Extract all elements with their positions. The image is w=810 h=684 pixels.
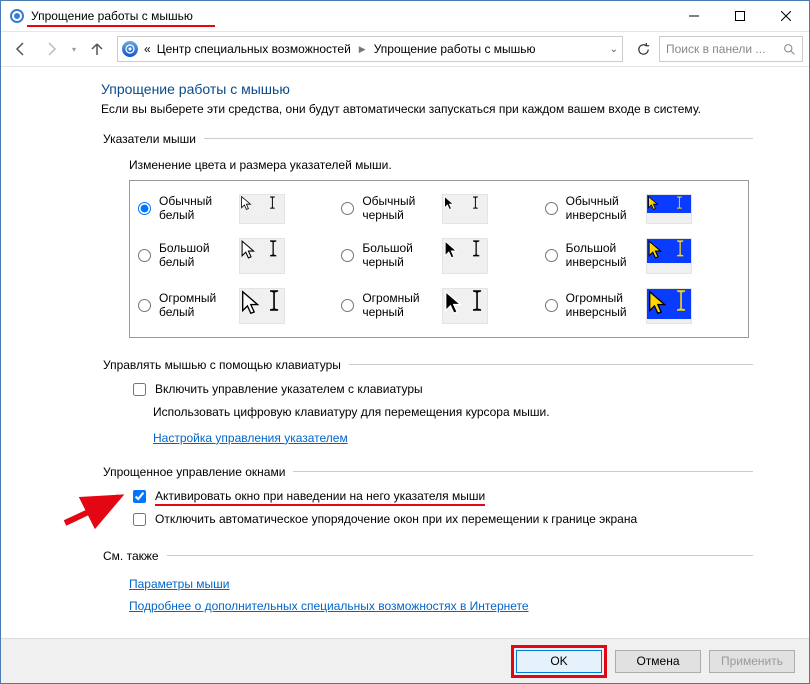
legend-windows: Упрощенное управление окнами: [101, 465, 293, 479]
annotation-ok-frame: OK: [511, 645, 607, 678]
search-icon: [783, 43, 796, 56]
refresh-button[interactable]: [629, 35, 657, 63]
page-description: Если вы выберете эти средства, они будут…: [101, 101, 741, 118]
link-more-online[interactable]: Подробнее о дополнительных специальных в…: [129, 599, 529, 613]
pointer-preview-8: [646, 288, 692, 324]
search-input[interactable]: Поиск в панели ...: [659, 36, 803, 62]
legend-seealso: См. также: [101, 549, 167, 563]
pointer-label-2: Обычный инверсный: [566, 195, 640, 223]
checkbox-mousekeys-input[interactable]: [133, 383, 146, 396]
window-title: Упрощение работы с мышью: [31, 9, 193, 23]
annotation-underline: [27, 25, 215, 27]
pointer-option-2[interactable]: Обычный инверсный: [541, 187, 744, 231]
pointer-preview-7: [442, 288, 488, 324]
pointer-option-5[interactable]: Большой инверсный: [541, 231, 744, 281]
titlebar: Упрощение работы с мышью: [1, 1, 809, 31]
app-icon: [9, 8, 25, 24]
forward-button[interactable]: [37, 35, 65, 63]
checkbox-disable-snap-input[interactable]: [133, 513, 146, 526]
pointer-label-8: Огромный инверсный: [566, 292, 640, 320]
chevron-down-icon[interactable]: ⌄: [610, 44, 618, 55]
pointer-radio-2[interactable]: [545, 202, 558, 215]
pointer-preview-5: [646, 238, 692, 274]
chevron-right-icon: ▶: [357, 44, 368, 55]
search-placeholder: Поиск в панели ...: [666, 42, 765, 56]
up-button[interactable]: [83, 35, 111, 63]
address-bar[interactable]: « Центр специальных возможностей ▶ Упрощ…: [117, 36, 623, 62]
pointer-radio-0[interactable]: [138, 202, 151, 215]
fieldset-windows: Упрощенное управление окнами Активироват…: [101, 465, 753, 535]
pointer-label-0: Обычный белый: [159, 195, 233, 223]
checkbox-disable-snap[interactable]: Отключить автоматическое упорядочение ок…: [129, 512, 753, 529]
content-area: Упрощение работы с мышью Если вы выберет…: [1, 67, 809, 638]
breadcrumb-chevrons[interactable]: «: [144, 42, 151, 56]
pointer-option-0[interactable]: Обычный белый: [134, 187, 337, 231]
checkbox-activate-on-hover[interactable]: Активировать окно при наведении на него …: [129, 489, 753, 506]
link-mousekeys-settings[interactable]: Настройка управления указателем: [153, 431, 348, 445]
pointer-label-4: Большой черный: [362, 242, 436, 270]
pointer-label-3: Большой белый: [159, 242, 233, 270]
pointers-subtitle: Изменение цвета и размера указателей мыш…: [129, 158, 753, 172]
page-title: Упрощение работы с мышью: [101, 81, 753, 97]
location-icon: [122, 41, 138, 57]
pointer-radio-8[interactable]: [545, 299, 558, 312]
minimize-button[interactable]: [671, 1, 717, 31]
pointer-preview-6: [239, 288, 285, 324]
pointer-option-1[interactable]: Обычный черный: [337, 187, 540, 231]
breadcrumb-1[interactable]: Центр специальных возможностей: [157, 42, 351, 56]
pointer-option-8[interactable]: Огромный инверсный: [541, 281, 744, 331]
pointer-label-1: Обычный черный: [362, 195, 436, 223]
cancel-button[interactable]: Отмена: [615, 650, 701, 673]
pointer-options-table: Обычный белый Обычный черный Обычный инвер…: [129, 180, 749, 338]
legend-pointers: Указатели мыши: [101, 132, 204, 146]
fieldset-pointers: Указатели мыши Изменение цвета и размера…: [101, 132, 753, 344]
checkbox-mousekeys-label: Включить управление указателем с клавиат…: [155, 382, 423, 396]
pointer-preview-1: [442, 194, 488, 224]
fieldset-seealso: См. также Параметры мыши Подробнее о доп…: [101, 549, 753, 617]
pointer-option-6[interactable]: Огромный белый: [134, 281, 337, 331]
pointer-radio-7[interactable]: [341, 299, 354, 312]
checkbox-activate-on-hover-input[interactable]: [133, 490, 146, 503]
pointer-radio-6[interactable]: [138, 299, 151, 312]
checkbox-mousekeys[interactable]: Включить управление указателем с клавиат…: [129, 382, 753, 399]
legend-keyboard: Управлять мышью с помощью клавиатуры: [101, 358, 349, 372]
pointer-option-4[interactable]: Большой черный: [337, 231, 540, 281]
mousekeys-desc: Использовать цифровую клавиатуру для пер…: [153, 405, 753, 419]
pointer-radio-5[interactable]: [545, 249, 558, 262]
pointer-radio-4[interactable]: [341, 249, 354, 262]
close-button[interactable]: [763, 1, 809, 31]
pointer-preview-2: [646, 194, 692, 224]
pointer-label-6: Огромный белый: [159, 292, 233, 320]
pointer-label-5: Большой инверсный: [566, 242, 640, 270]
breadcrumb-2[interactable]: Упрощение работы с мышью: [374, 42, 536, 56]
ok-button[interactable]: OK: [516, 650, 602, 673]
pointer-label-7: Огромный черный: [362, 292, 436, 320]
pointer-preview-0: [239, 194, 285, 224]
pointer-preview-4: [442, 238, 488, 274]
back-button[interactable]: [7, 35, 35, 63]
checkbox-activate-on-hover-label: Активировать окно при наведении на него …: [155, 489, 485, 506]
link-mouse-params[interactable]: Параметры мыши: [129, 577, 230, 591]
history-dropdown[interactable]: ▾: [67, 35, 81, 63]
pointer-radio-3[interactable]: [138, 249, 151, 262]
pointer-preview-3: [239, 238, 285, 274]
footer: OK Отмена Применить: [1, 638, 809, 683]
checkbox-disable-snap-label: Отключить автоматическое упорядочение ок…: [155, 512, 637, 526]
toolbar: ▾ « Центр специальных возможностей ▶ Упр…: [1, 31, 809, 67]
pointer-option-7[interactable]: Огромный черный: [337, 281, 540, 331]
fieldset-keyboard: Управлять мышью с помощью клавиатуры Вкл…: [101, 358, 753, 451]
pointer-radio-1[interactable]: [341, 202, 354, 215]
maximize-button[interactable]: [717, 1, 763, 31]
apply-button[interactable]: Применить: [709, 650, 795, 673]
pointer-option-3[interactable]: Большой белый: [134, 231, 337, 281]
